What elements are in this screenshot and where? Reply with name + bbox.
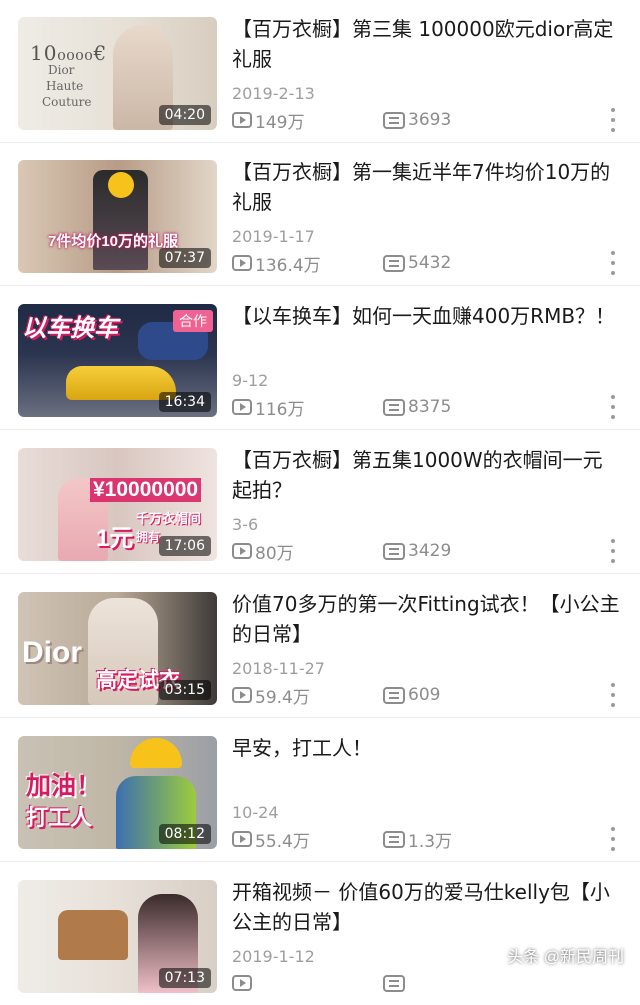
- thumb-closet-text: 千万衣帽间: [136, 511, 202, 526]
- play-count: 136.4万: [232, 251, 321, 276]
- video-thumbnail[interactable]: 7件均价10万的礼服 07:37: [18, 160, 217, 273]
- thumb-one-yuan: 1元: [96, 525, 134, 552]
- danmaku-icon: [383, 830, 405, 848]
- video-title[interactable]: 【百万衣橱】第三集 100000欧元dior高定礼服: [232, 14, 622, 74]
- video-date: 2019-1-17: [232, 227, 315, 246]
- thumb-brand-text: Dior: [48, 63, 75, 77]
- play-count-icon: [232, 831, 252, 847]
- video-duration: 03:15: [158, 680, 211, 700]
- danmaku-count-value: 8375: [408, 397, 452, 417]
- more-options-icon[interactable]: [610, 395, 616, 419]
- more-options-icon[interactable]: [610, 108, 616, 132]
- danmaku-count: [383, 971, 408, 995]
- list-item[interactable]: 7件均价10万的礼服 07:37 【百万衣橱】第一集近半年7件均价10万的礼服 …: [0, 143, 640, 286]
- list-item[interactable]: Dior 高定试衣 03:15 价值70多万的第一次Fitting试衣！【小公主…: [0, 575, 640, 718]
- video-thumbnail[interactable]: 加油！ 打工人 08:12: [18, 736, 217, 849]
- list-item[interactable]: 10₀₀₀₀€ Dior Haute Couture 04:20 【百万衣橱】第…: [0, 0, 640, 143]
- video-title[interactable]: 开箱视频－ 价值60万的爱马仕kelly包【小公主的日常】: [232, 877, 622, 937]
- thumb-caption: 7件均价10万的礼服: [48, 233, 179, 250]
- video-date: 2019-1-12: [232, 947, 315, 966]
- video-date: 2019-2-13: [232, 84, 315, 103]
- thumb-couture-text: Couture: [42, 95, 92, 109]
- video-title[interactable]: 【百万衣橱】第一集近半年7件均价10万的礼服: [232, 157, 622, 217]
- more-options-icon[interactable]: [610, 539, 616, 563]
- danmaku-count-value: 3429: [408, 541, 452, 561]
- play-count-value: 59.4万: [255, 687, 310, 708]
- play-count-icon: [232, 687, 252, 703]
- video-thumbnail[interactable]: 07:13: [18, 880, 217, 993]
- play-count-value: 80万: [255, 543, 294, 564]
- video-duration: 16:34: [158, 392, 211, 412]
- thumb-caption: 以车换车: [22, 315, 118, 342]
- play-count: 59.4万: [232, 683, 310, 708]
- play-count: 149万: [232, 108, 305, 133]
- danmaku-icon: [383, 686, 405, 704]
- list-item[interactable]: 以车换车 合作 16:34 【以车换车】如何一天血赚400万RMB？！ 9-12…: [0, 287, 640, 430]
- video-title[interactable]: 早安，打工人！: [232, 733, 622, 763]
- video-duration: 07:13: [158, 968, 211, 988]
- video-title[interactable]: 【百万衣橱】第五集1000W的衣帽间一元起拍？: [232, 445, 622, 505]
- play-count-value: 55.4万: [255, 831, 310, 852]
- danmaku-count-value: 5432: [408, 253, 452, 273]
- thumb-caption: 加油！: [26, 772, 102, 800]
- danmaku-count-value: 609: [408, 685, 441, 705]
- more-options-icon[interactable]: [610, 251, 616, 275]
- more-options-icon[interactable]: [610, 683, 616, 707]
- danmaku-icon: [383, 254, 405, 272]
- emoji-face-icon: [108, 172, 134, 198]
- play-count-icon: [232, 399, 252, 415]
- video-thumbnail[interactable]: 以车换车 合作 16:34: [18, 304, 217, 417]
- video-title[interactable]: 价值70多万的第一次Fitting试衣！【小公主的日常】: [232, 589, 622, 649]
- source-watermark: 头条 @新民周刊: [507, 949, 624, 966]
- play-count-value: 136.4万: [255, 255, 321, 276]
- video-date: 3-6: [232, 515, 259, 534]
- play-count-value: 149万: [255, 112, 305, 133]
- play-count: 80万: [232, 539, 294, 564]
- handbag-icon: [58, 910, 128, 960]
- play-count-icon: [232, 112, 252, 128]
- thumb-own-text: 拥有: [136, 530, 161, 544]
- play-count-icon: [232, 255, 252, 271]
- thumb-price-text: ¥10000000: [90, 478, 202, 502]
- play-count: 55.4万: [232, 827, 310, 852]
- danmaku-count: 5432: [383, 251, 451, 275]
- video-duration: 17:06: [158, 536, 211, 556]
- danmaku-count: 609: [383, 683, 440, 707]
- play-count: 116万: [232, 395, 305, 420]
- danmaku-icon: [383, 111, 405, 129]
- thumb-price-text: 10₀₀₀₀€: [30, 41, 108, 65]
- video-duration: 08:12: [158, 824, 211, 844]
- video-title[interactable]: 【以车换车】如何一天血赚400万RMB？！: [232, 301, 622, 331]
- danmaku-count: 8375: [383, 395, 451, 419]
- video-thumbnail[interactable]: 10₀₀₀₀€ Dior Haute Couture 04:20: [18, 17, 217, 130]
- video-date: 2018-11-27: [232, 659, 325, 678]
- play-count-icon: [232, 543, 252, 559]
- video-thumbnail[interactable]: Dior 高定试衣 03:15: [18, 592, 217, 705]
- danmaku-count: 1.3万: [383, 827, 453, 852]
- danmaku-icon: [383, 974, 405, 992]
- collab-badge: 合作: [173, 310, 213, 332]
- video-date: 9-12: [232, 371, 269, 390]
- list-item[interactable]: 07:13 开箱视频－ 价值60万的爱马仕kelly包【小公主的日常】 2019…: [0, 863, 640, 1005]
- danmaku-icon: [383, 542, 405, 560]
- thumb-haute-text: Haute: [46, 79, 84, 93]
- list-item[interactable]: ¥10000000 1元 千万衣帽间 拥有 17:06 【百万衣橱】第五集100…: [0, 431, 640, 574]
- video-duration: 07:37: [158, 248, 211, 268]
- video-date: 10-24: [232, 803, 279, 822]
- list-item[interactable]: 加油！ 打工人 08:12 早安，打工人！ 10-24 55.4万 1.3万: [0, 719, 640, 862]
- video-duration: 04:20: [158, 105, 211, 125]
- danmaku-count: 3693: [383, 108, 451, 132]
- danmaku-count-value: 1.3万: [408, 831, 453, 852]
- thumb-brand-text: Dior: [22, 636, 82, 669]
- hard-hat-icon: [130, 738, 182, 768]
- video-thumbnail[interactable]: ¥10000000 1元 千万衣帽间 拥有 17:06: [18, 448, 217, 561]
- danmaku-icon: [383, 398, 405, 416]
- more-options-icon[interactable]: [610, 827, 616, 851]
- play-count-value: 116万: [255, 399, 305, 420]
- thumb-caption-2: 打工人: [26, 805, 93, 830]
- danmaku-count-value: 3693: [408, 110, 452, 130]
- play-count-icon: [232, 975, 252, 991]
- play-count: [232, 971, 255, 995]
- danmaku-count: 3429: [383, 539, 451, 563]
